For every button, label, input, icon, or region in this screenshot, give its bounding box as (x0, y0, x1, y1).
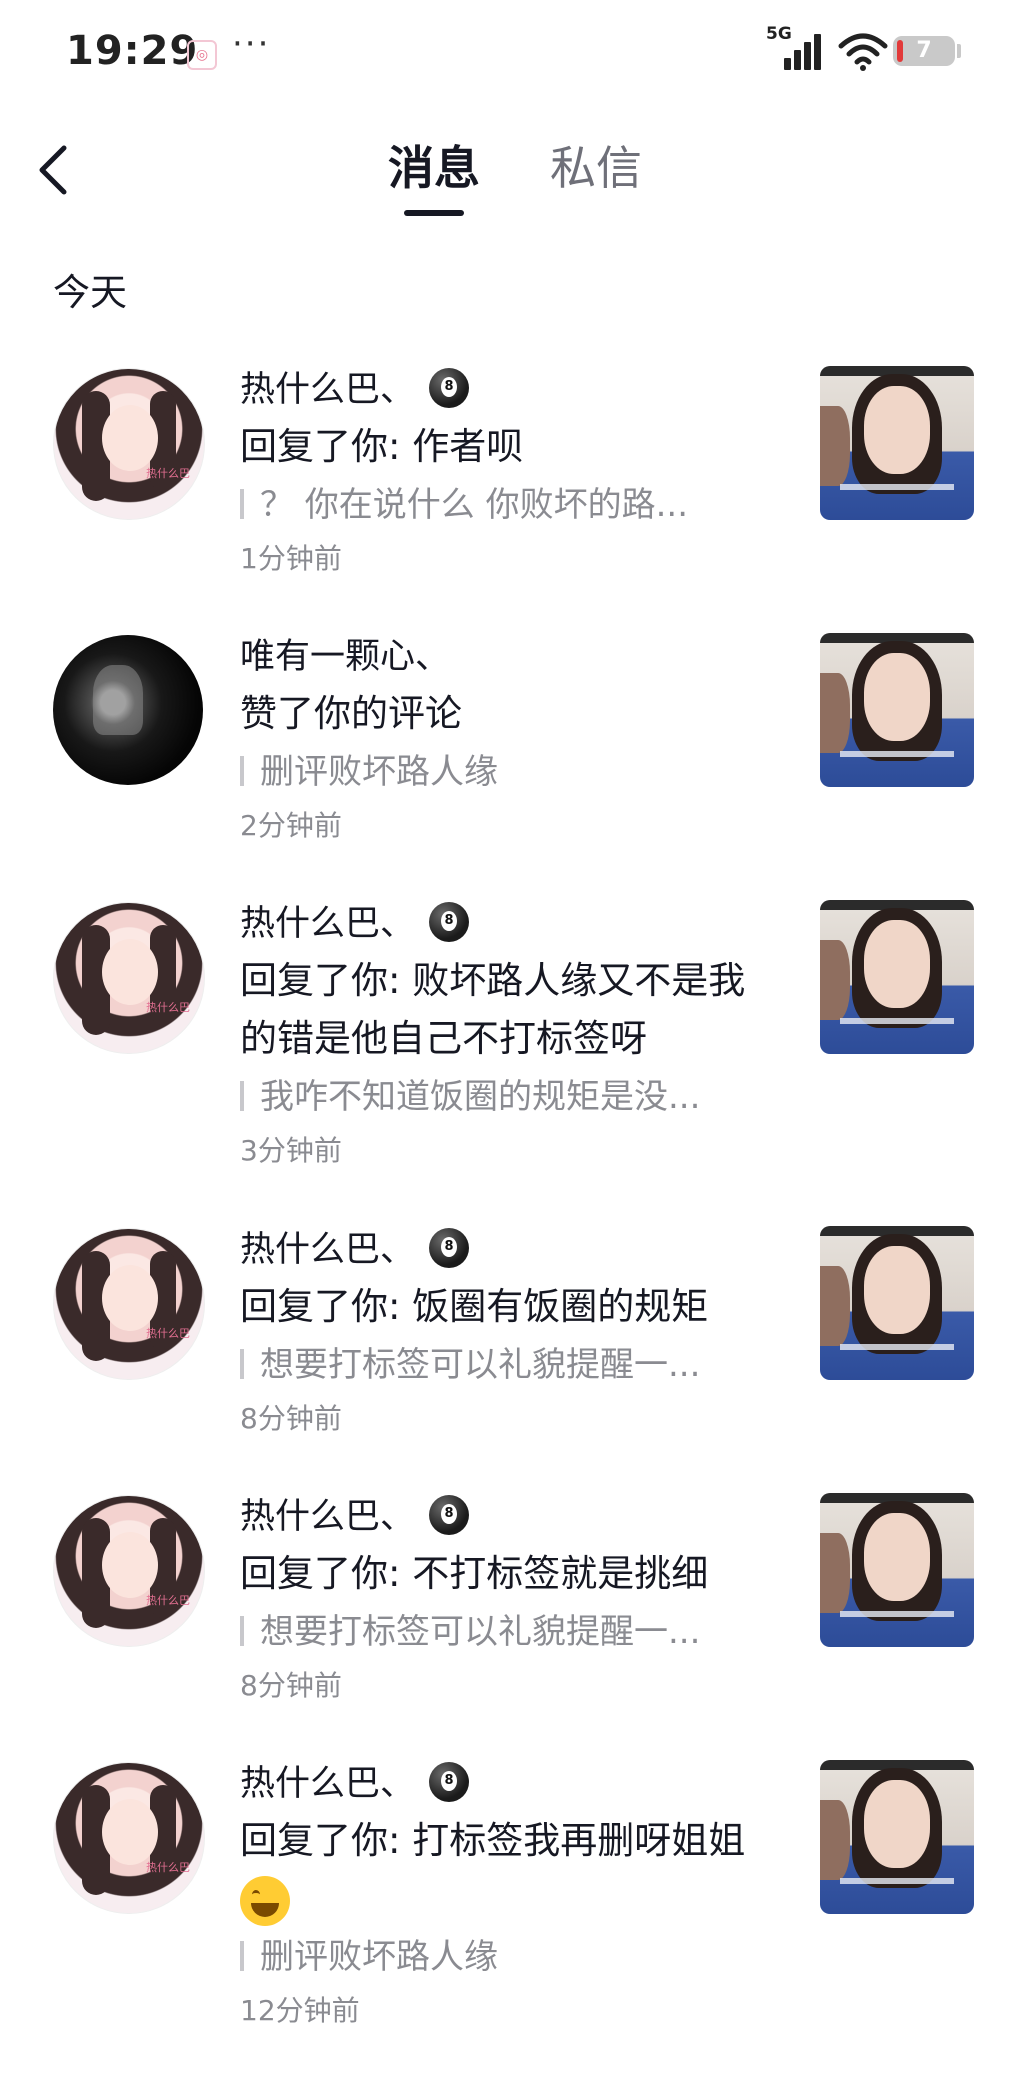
quoted-comment: 想要打标签可以礼貌提醒一... (240, 1340, 780, 1390)
timestamp: 12分钟前 (240, 1994, 360, 2027)
status-time: 19:29 (66, 28, 199, 74)
quoted-comment: 删评败坏路人缘 (240, 1932, 780, 1982)
notification-app-icon: ◎ (187, 40, 217, 70)
video-thumbnail[interactable] (820, 1493, 974, 1647)
billiard-8-ball-emoji (429, 902, 470, 942)
section-title-today: 今天 (53, 271, 127, 314)
message-action: 回复了你: 饭圈有饭圈的规矩 (240, 1285, 709, 1328)
video-thumbnail[interactable] (820, 633, 974, 787)
billiard-8-ball-emoji (429, 1495, 470, 1535)
timestamp: 2分钟前 (240, 809, 342, 842)
billiard-8-ball-emoji (429, 1762, 470, 1802)
tab-active-indicator (404, 210, 464, 216)
cellular-signal-icon: 5G (766, 24, 826, 70)
more-notifications-icon: ··· (232, 24, 271, 64)
tab-private-messages[interactable]: 私信 (550, 138, 642, 198)
battery-icon: 7 (893, 36, 955, 66)
avatar[interactable]: 热什么巴 (53, 902, 205, 1054)
quoted-comment: 想要打标签可以礼貌提醒一... (240, 1607, 780, 1657)
network-type-label: 5G (766, 24, 792, 44)
video-thumbnail[interactable] (820, 1226, 974, 1380)
message-row[interactable]: 热什么巴 热什么巴、 回复了你: 败坏路人缘又不是我的错是他自己不打标签呀 我咋… (0, 884, 1021, 1184)
avatar[interactable] (53, 635, 203, 785)
message-action: 回复了你: 打标签我再删呀姐姐 (240, 1812, 780, 1928)
message-action: 回复了你: 不打标签就是挑细 (240, 1552, 709, 1595)
avatar[interactable]: 热什么巴 (53, 1762, 205, 1914)
username[interactable]: 热什么巴、 (240, 365, 470, 415)
quoted-comment: ？ 你在说什么 你败坏的路... (240, 480, 780, 530)
username[interactable]: 热什么巴、 (240, 1759, 470, 1809)
timestamp: 8分钟前 (240, 1402, 342, 1435)
message-row[interactable]: 唯有一颗心、 赞了你的评论 删评败坏路人缘 2分钟前 (0, 617, 1021, 857)
video-thumbnail[interactable] (820, 366, 974, 520)
avatar[interactable]: 热什么巴 (53, 368, 205, 520)
quoted-comment: 我咋不知道饭圈的规矩是没... (240, 1072, 780, 1122)
tears-of-joy-emoji (240, 1875, 290, 1926)
username[interactable]: 热什么巴、 (240, 1225, 470, 1275)
wifi-icon (838, 33, 888, 71)
timestamp: 3分钟前 (240, 1134, 342, 1167)
username[interactable]: 热什么巴、 (240, 899, 470, 949)
status-bar: 19:29 ◎ ··· 5G 7 (0, 0, 1021, 104)
message-row[interactable]: 热什么巴 热什么巴、 回复了你: 打标签我再删呀姐姐 删评败坏路人缘 12分钟前 (0, 1744, 1021, 2044)
message-action: 赞了你的评论 (240, 692, 462, 735)
billiard-8-ball-emoji (429, 368, 470, 408)
back-arrow-icon[interactable] (30, 140, 80, 200)
battery-level: 7 (916, 38, 932, 63)
video-thumbnail[interactable] (820, 1760, 974, 1914)
timestamp: 8分钟前 (240, 1669, 342, 1702)
message-row[interactable]: 热什么巴 热什么巴、 回复了你: 饭圈有饭圈的规矩 想要打标签可以礼貌提醒一..… (0, 1210, 1021, 1450)
avatar[interactable]: 热什么巴 (53, 1228, 205, 1380)
video-thumbnail[interactable] (820, 900, 974, 1054)
tab-messages[interactable]: 消息 (388, 138, 480, 198)
message-row[interactable]: 热什么巴 热什么巴、 回复了你: 不打标签就是挑细 想要打标签可以礼貌提醒一..… (0, 1477, 1021, 1717)
quoted-comment: 删评败坏路人缘 (240, 747, 780, 797)
avatar[interactable]: 热什么巴 (53, 1495, 205, 1647)
billiard-8-ball-emoji (429, 1228, 470, 1268)
message-row[interactable]: 热什么巴 热什么巴、 回复了你: 作者呗 ？ 你在说什么 你败坏的路... 1分… (0, 350, 1021, 590)
username[interactable]: 热什么巴、 (240, 1492, 470, 1542)
timestamp: 1分钟前 (240, 542, 342, 575)
message-action: 回复了你: 败坏路人缘又不是我的错是他自己不打标签呀 (240, 959, 746, 1060)
message-action: 回复了你: 作者呗 (240, 425, 524, 468)
username[interactable]: 唯有一颗心、 (240, 632, 450, 682)
